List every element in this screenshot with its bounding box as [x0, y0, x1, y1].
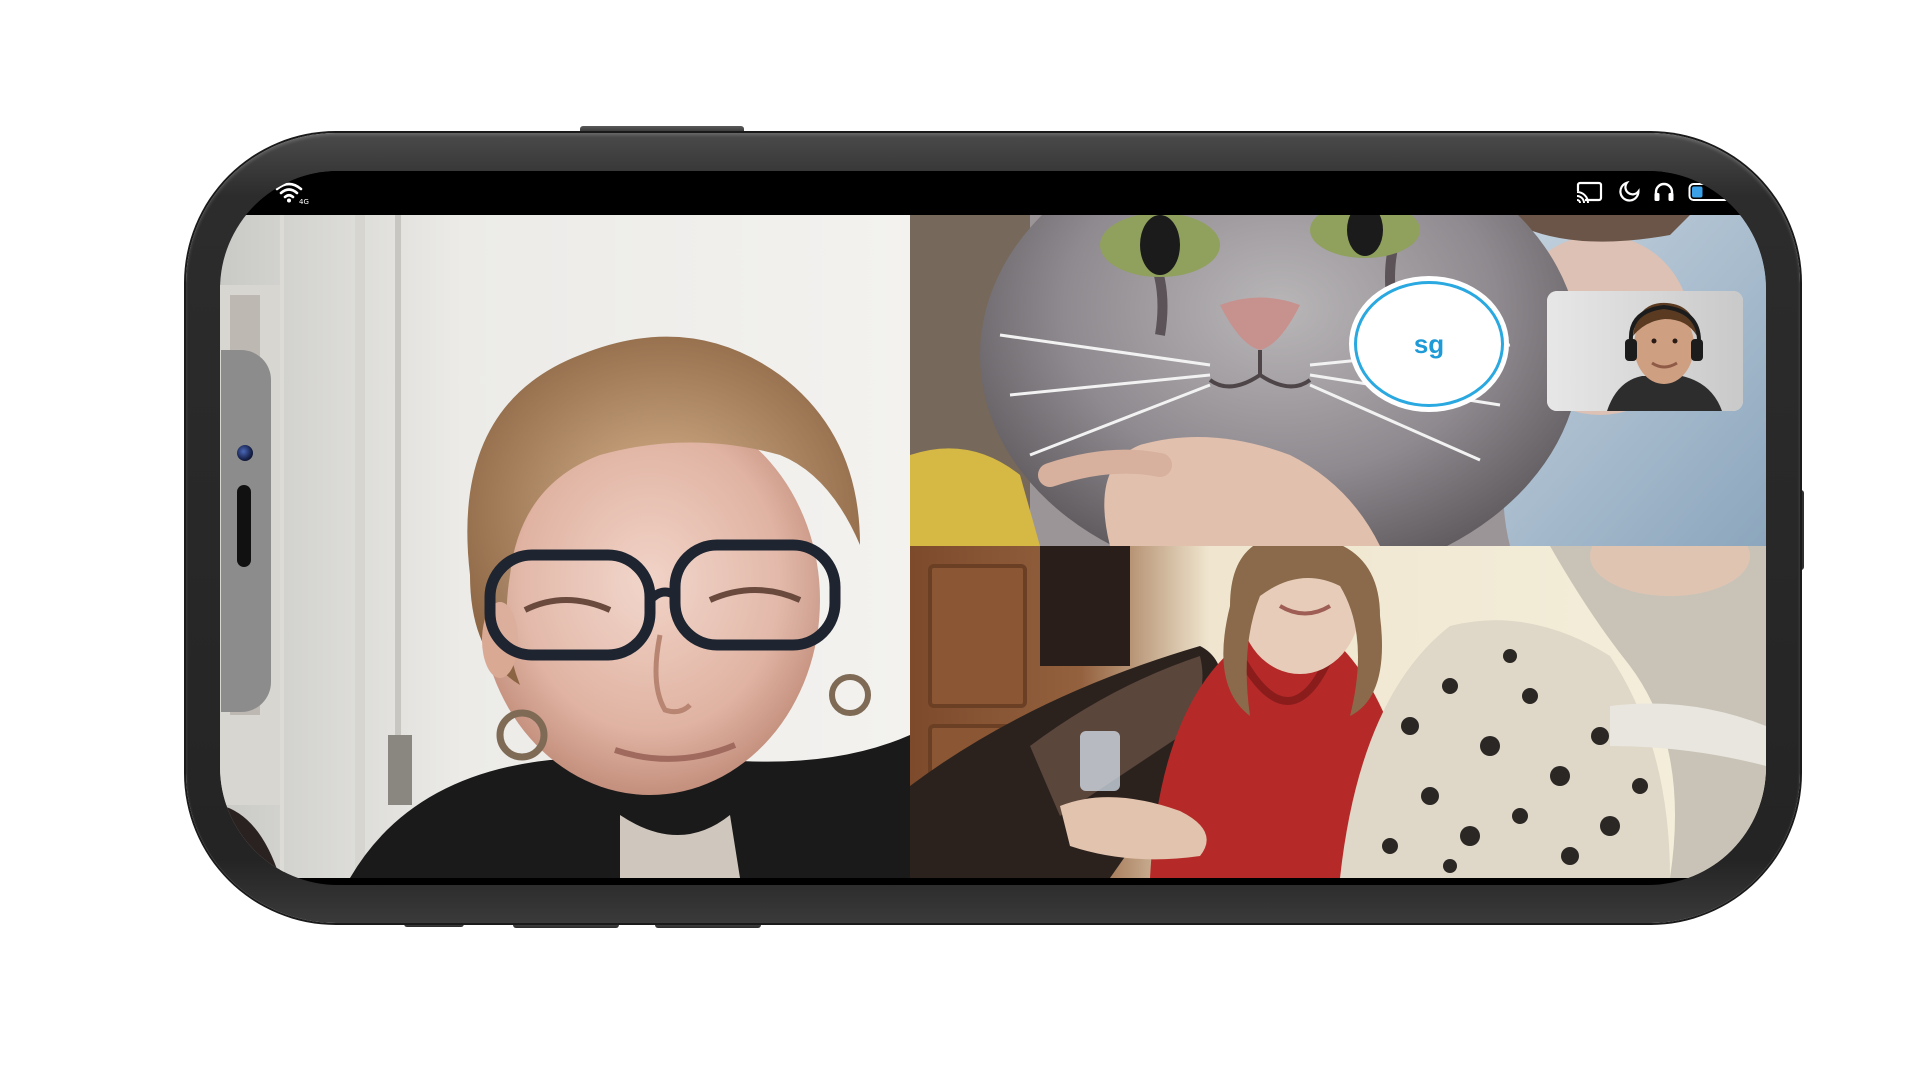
participant-avatar-badge[interactable]: sg [1354, 281, 1504, 407]
front-camera-icon [237, 445, 253, 461]
self-view-preview[interactable] [1547, 291, 1743, 411]
earpiece-speaker [237, 485, 251, 567]
avatar-initials: sg [1413, 328, 1445, 359]
headphones-icon [1653, 181, 1675, 208]
participant-video-group[interactable] [910, 546, 1766, 878]
network-type-label: 4G [299, 198, 309, 206]
stage: 4G sg [0, 0, 1927, 1080]
status-bar: 4G [220, 171, 1766, 215]
participant-video-main[interactable] [220, 215, 910, 878]
battery-icon [1688, 181, 1736, 208]
phone-screen: 4G sg [220, 171, 1766, 885]
cast-icon [1575, 181, 1603, 208]
status-icons [1575, 180, 1736, 208]
phone-notch [221, 350, 271, 712]
moon-icon [1616, 180, 1640, 208]
phone-frame: 4G sg [186, 133, 1800, 923]
